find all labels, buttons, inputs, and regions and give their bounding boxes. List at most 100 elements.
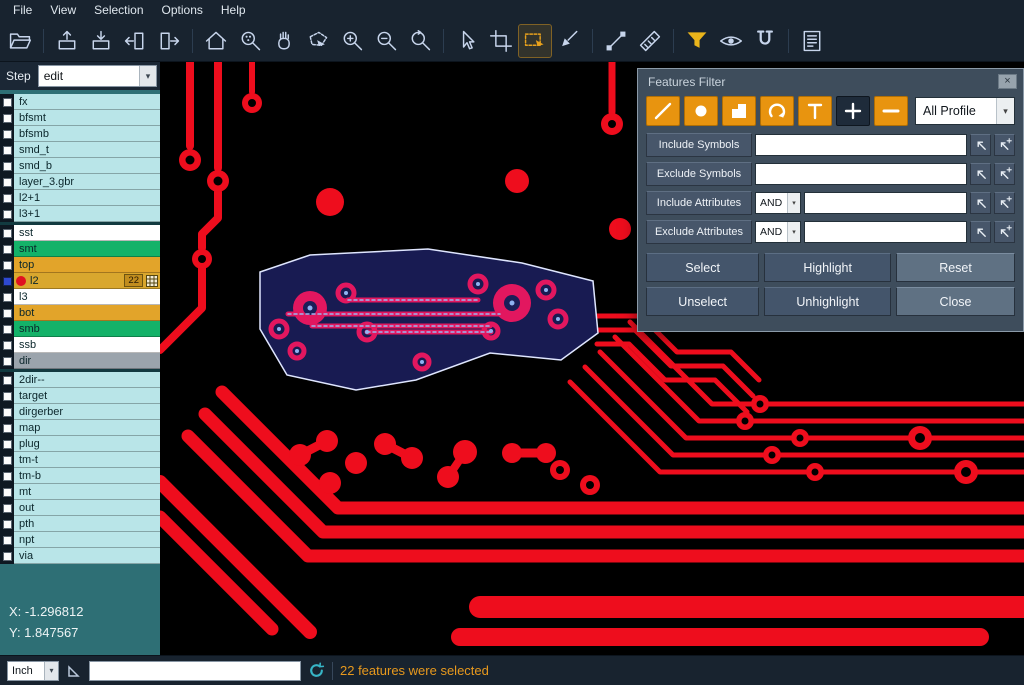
layer-name-cell[interactable]: fx: [14, 94, 160, 110]
add-icon[interactable]: [836, 96, 870, 126]
layer-name-cell[interactable]: l3: [14, 289, 160, 305]
layer-name-cell[interactable]: npt: [14, 532, 160, 548]
layer-visibility-checkbox[interactable]: [3, 277, 12, 286]
pick-from-graphics-button[interactable]: [970, 221, 991, 243]
layer-visibility-checkbox[interactable]: [3, 488, 12, 497]
measure-line-icon[interactable]: [600, 25, 632, 57]
and-or-dropdown[interactable]: AND▾: [755, 221, 801, 243]
box-arrow-up-icon[interactable]: [51, 25, 83, 57]
reset-button[interactable]: Reset: [896, 253, 1015, 282]
layer-name-cell[interactable]: smd_b: [14, 158, 160, 174]
zoom-region-icon[interactable]: [234, 25, 266, 57]
layer-row-tm-t[interactable]: tm-t: [0, 452, 160, 468]
layer-visibility-checkbox[interactable]: [3, 472, 12, 481]
layer-visibility-checkbox[interactable]: [3, 520, 12, 529]
layer-name-cell[interactable]: layer_3.gbr: [14, 174, 160, 190]
layer-row-npt[interactable]: npt: [0, 532, 160, 548]
layer-name-cell[interactable]: top: [14, 257, 160, 273]
layer-visibility-checkbox[interactable]: [3, 440, 12, 449]
highlight-button[interactable]: Highlight: [764, 253, 891, 282]
pick-from-graphics-button[interactable]: [970, 134, 991, 156]
layer-row-l3+1[interactable]: l3+1: [0, 206, 160, 222]
report-list-icon[interactable]: [796, 25, 828, 57]
layer-row-l3[interactable]: l3: [0, 289, 160, 305]
layer-row-ssb[interactable]: ssb: [0, 337, 160, 353]
layer-grid-icon[interactable]: [146, 275, 158, 287]
layer-visibility-checkbox[interactable]: [3, 552, 12, 561]
paint-brush-icon[interactable]: [553, 25, 585, 57]
layer-visibility-checkbox[interactable]: [3, 424, 12, 433]
close-button[interactable]: Close: [896, 287, 1015, 316]
layer-row-via[interactable]: via: [0, 548, 160, 564]
box-arrow-down-icon[interactable]: [85, 25, 117, 57]
layer-visibility-checkbox[interactable]: [3, 376, 12, 385]
layer-visibility-checkbox[interactable]: [3, 357, 12, 366]
pick-from-graphics-button[interactable]: [970, 192, 991, 214]
layer-visibility-checkbox[interactable]: [3, 210, 12, 219]
layer-row-layer_3.gbr[interactable]: layer_3.gbr: [0, 174, 160, 190]
angle-tool-icon[interactable]: [66, 663, 82, 679]
layer-row-sst[interactable]: sst: [0, 225, 160, 241]
zoom-reset-icon[interactable]: [404, 25, 436, 57]
exclude-symbols-button[interactable]: Exclude Symbols: [646, 162, 752, 186]
unselect-button[interactable]: Unselect: [646, 287, 759, 316]
crop-select-icon[interactable]: [485, 25, 517, 57]
layer-visibility-checkbox[interactable]: [3, 536, 12, 545]
layer-name-cell[interactable]: l222: [14, 273, 160, 289]
layer-name-cell[interactable]: bfsmt: [14, 110, 160, 126]
filter-funnel-icon[interactable]: [681, 25, 713, 57]
pick-add-button[interactable]: [994, 163, 1015, 185]
include-attributes-button[interactable]: Include Attributes: [646, 191, 752, 215]
home-icon[interactable]: [200, 25, 232, 57]
dialog-title-bar[interactable]: Features Filter ×: [638, 69, 1023, 94]
layer-visibility-checkbox[interactable]: [3, 130, 12, 139]
close-icon[interactable]: ×: [998, 74, 1017, 89]
layer-name-cell[interactable]: target: [14, 388, 160, 404]
layer-name-cell[interactable]: l2+1: [14, 190, 160, 206]
layer-row-smd_b[interactable]: smd_b: [0, 158, 160, 174]
layer-row-pth[interactable]: pth: [0, 516, 160, 532]
command-input[interactable]: [89, 661, 301, 681]
and-or-dropdown[interactable]: AND▾: [755, 192, 801, 214]
menu-selection[interactable]: Selection: [85, 1, 152, 19]
layer-visibility-checkbox[interactable]: [3, 146, 12, 155]
layer-visibility-checkbox[interactable]: [3, 293, 12, 302]
pad-tool-icon[interactable]: [684, 96, 718, 126]
zoom-out-icon[interactable]: [370, 25, 402, 57]
layer-visibility-checkbox[interactable]: [3, 98, 12, 107]
layer-row-smt[interactable]: smt: [0, 241, 160, 257]
layer-visibility-checkbox[interactable]: [3, 194, 12, 203]
layer-row-dir[interactable]: dir: [0, 353, 160, 369]
layer-row-tm-b[interactable]: tm-b: [0, 468, 160, 484]
text-tool-icon[interactable]: [798, 96, 832, 126]
layer-row-smd_t[interactable]: smd_t: [0, 142, 160, 158]
layer-name-cell[interactable]: tm-t: [14, 452, 160, 468]
layer-visibility-checkbox[interactable]: [3, 229, 12, 238]
layer-row-bot[interactable]: bot: [0, 305, 160, 321]
layer-name-cell[interactable]: 2dir--: [14, 372, 160, 388]
layer-name-cell[interactable]: ssb: [14, 337, 160, 353]
layer-name-cell[interactable]: smd_t: [14, 142, 160, 158]
layer-name-cell[interactable]: smb: [14, 321, 160, 337]
layer-row-plug[interactable]: plug: [0, 436, 160, 452]
layer-row-bfsmb[interactable]: bfsmb: [0, 126, 160, 142]
select-cursor-icon[interactable]: [451, 25, 483, 57]
layer-visibility-checkbox[interactable]: [3, 504, 12, 513]
unhighlight-button[interactable]: Unhighlight: [764, 287, 891, 316]
layer-name-cell[interactable]: pth: [14, 516, 160, 532]
pick-add-button[interactable]: [994, 192, 1015, 214]
units-dropdown[interactable]: Inch ▾: [7, 661, 59, 681]
layer-row-target[interactable]: target: [0, 388, 160, 404]
pick-add-button[interactable]: [994, 221, 1015, 243]
layer-row-dirgerber[interactable]: dirgerber: [0, 404, 160, 420]
layer-visibility-checkbox[interactable]: [3, 245, 12, 254]
layer-visibility-checkbox[interactable]: [3, 456, 12, 465]
include-symbols-button[interactable]: Include Symbols: [646, 133, 752, 157]
layer-name-cell[interactable]: out: [14, 500, 160, 516]
layer-visibility-checkbox[interactable]: [3, 162, 12, 171]
menu-view[interactable]: View: [41, 1, 85, 19]
pick-add-button[interactable]: [994, 134, 1015, 156]
snap-magnet-icon[interactable]: [749, 25, 781, 57]
profile-dropdown[interactable]: All Profile▾: [915, 97, 1015, 125]
layer-row-top[interactable]: top: [0, 257, 160, 273]
